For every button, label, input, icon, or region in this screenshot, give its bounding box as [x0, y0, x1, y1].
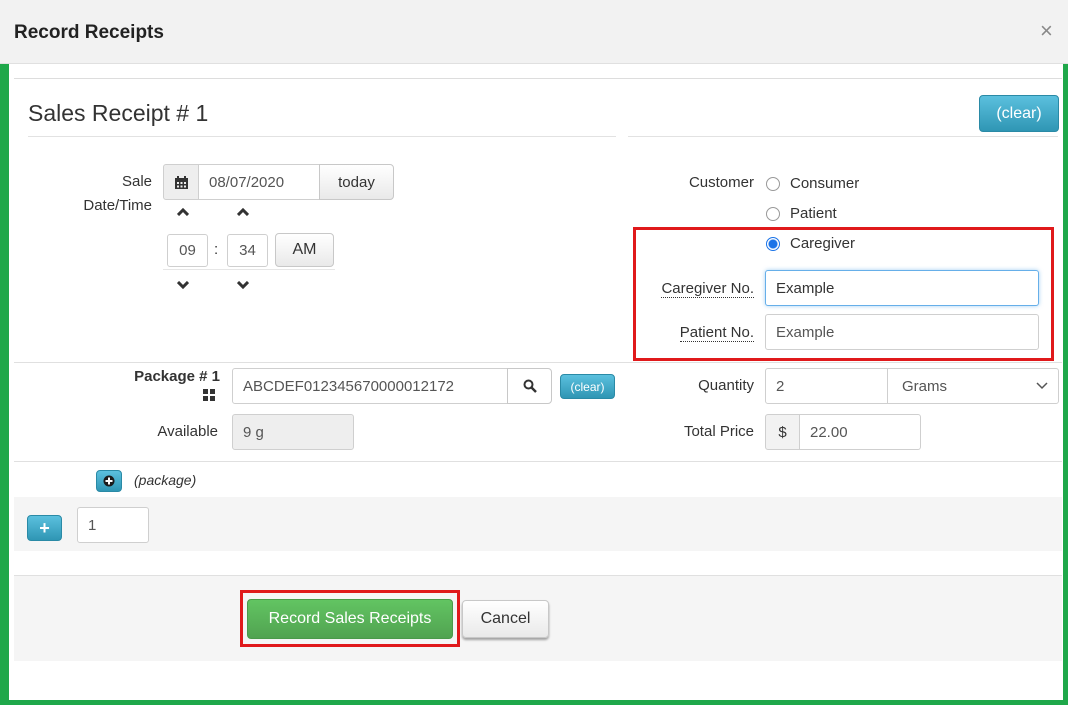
plus-circle-icon — [103, 475, 115, 487]
time-separator: : — [214, 241, 219, 258]
sale-label: Sale — [121, 173, 152, 190]
search-icon[interactable] — [507, 368, 552, 404]
clear-package-button[interactable]: (clear) — [560, 374, 615, 399]
chevron-down-icon[interactable] — [236, 277, 250, 295]
heading-underline — [28, 136, 616, 137]
total-price-input[interactable]: 22.00 — [799, 414, 921, 450]
add-package-button[interactable] — [96, 470, 122, 492]
chevron-up-icon[interactable] — [176, 203, 190, 221]
package-input[interactable]: ABCDEF012345670000012172 — [232, 368, 508, 404]
time-divider — [163, 269, 335, 270]
calendar-icon[interactable] — [163, 164, 199, 200]
receipt-count-input[interactable]: 1 — [77, 507, 149, 543]
sale-date-input[interactable]: 08/07/2020 — [198, 164, 320, 200]
receipt-count-row — [14, 497, 1062, 551]
add-receipt-button[interactable]: + — [27, 515, 62, 541]
chevron-up-glyph — [236, 207, 250, 217]
total-price-label: Total Price — [683, 423, 754, 440]
add-package-label: (package) — [134, 472, 197, 488]
unit-select-value: Grams — [902, 377, 947, 395]
chevron-down-glyph — [236, 280, 250, 290]
package-bottom-divider — [14, 461, 1062, 462]
chevron-down-icon — [1036, 382, 1048, 390]
highlight-caregiver-box — [633, 227, 1054, 361]
calendar-icon-glyph — [174, 175, 188, 189]
available-value: 9 g — [232, 414, 354, 450]
search-glyph — [523, 379, 537, 393]
clear-receipt-button[interactable]: (clear) — [979, 95, 1059, 132]
close-icon[interactable]: × — [1040, 18, 1053, 44]
customer-option-consumer[interactable]: Consumer — [766, 175, 859, 192]
quantity-input[interactable]: 2 — [765, 368, 888, 404]
chevron-down-icon[interactable] — [176, 277, 190, 295]
dialog-title: Record Receipts — [14, 22, 164, 43]
today-button[interactable]: today — [319, 164, 394, 200]
available-label: Available — [157, 423, 218, 440]
header-divider — [14, 78, 1062, 79]
barcode-glyph — [203, 389, 215, 401]
patient-radio-label: Patient — [790, 205, 837, 222]
patient-radio[interactable] — [766, 206, 780, 221]
currency-addon: $ — [765, 414, 800, 450]
package-label: Package # 1 — [134, 368, 220, 385]
hour-input[interactable]: 09 — [167, 234, 208, 267]
consumer-radio-label: Consumer — [790, 175, 860, 192]
barcode-icon[interactable] — [203, 388, 215, 405]
quantity-label: Quantity — [698, 377, 754, 394]
chevron-down-glyph — [176, 280, 190, 290]
chevron-up-icon[interactable] — [236, 203, 250, 221]
unit-select[interactable]: Grams — [887, 368, 1059, 404]
highlight-record-button — [240, 590, 460, 647]
chevron-up-glyph — [176, 207, 190, 217]
datetime-label: Date/Time — [83, 197, 152, 214]
ampm-toggle-button[interactable]: AM — [275, 233, 334, 267]
consumer-radio[interactable] — [766, 176, 780, 191]
package-top-divider — [14, 362, 1062, 363]
cancel-button[interactable]: Cancel — [462, 600, 549, 638]
receipt-heading: Sales Receipt # 1 — [28, 100, 209, 126]
minute-input[interactable]: 34 — [227, 234, 268, 267]
heading-underline-right — [628, 136, 1058, 137]
customer-label: Customer — [688, 174, 754, 191]
customer-option-patient[interactable]: Patient — [766, 205, 837, 222]
